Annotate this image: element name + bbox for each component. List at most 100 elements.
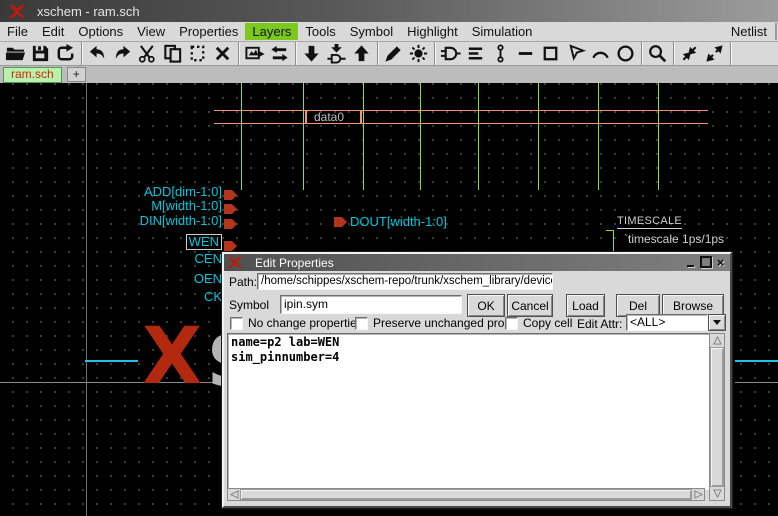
menu-item-file[interactable]: File: [0, 23, 35, 40]
pin-label-dout[interactable]: DOUT[width-1:0]: [350, 214, 447, 229]
draw-pen-icon[interactable]: [381, 43, 406, 65]
bus-line-vertical[interactable]: [420, 83, 421, 190]
zoom-in-arrows-icon[interactable]: [677, 43, 702, 65]
redo-icon[interactable]: [110, 43, 135, 65]
menu-item-symbol[interactable]: Symbol: [343, 23, 400, 40]
scroll-left-icon[interactable]: [228, 489, 240, 500]
zoom-out-arrows-icon[interactable]: [702, 43, 727, 65]
menu-item-properties[interactable]: Properties: [172, 23, 245, 40]
menu-item-simulation[interactable]: Simulation: [465, 23, 540, 40]
maximize-icon[interactable]: [699, 256, 712, 269]
checkbox-icon[interactable]: [505, 317, 518, 330]
menu-item-layers[interactable]: Layers: [245, 23, 298, 40]
scroll-right-icon[interactable]: [692, 489, 704, 500]
reload-icon[interactable]: [53, 43, 78, 65]
swap-icon[interactable]: [267, 43, 292, 65]
draw-circle-icon[interactable]: [613, 43, 638, 65]
draw-polygon-icon[interactable]: [563, 43, 588, 65]
bus-line-vertical[interactable]: [241, 83, 242, 190]
menu-netlist[interactable]: Netlist: [723, 23, 777, 40]
properties-textarea[interactable]: name=p2 lab=WENsim_pinnumber=4: [227, 333, 713, 490]
net-wire-bottom[interactable]: [214, 123, 708, 124]
horizontal-scroll-thumb[interactable]: [240, 489, 692, 500]
cut-icon[interactable]: [135, 43, 160, 65]
ok-button[interactable]: OK: [467, 294, 505, 317]
timescale-title[interactable]: TIMESCALE: [617, 215, 682, 229]
input-pin-icon[interactable]: [224, 187, 237, 197]
menu-item-options[interactable]: Options: [71, 23, 130, 40]
wire-break-icon[interactable]: [488, 43, 513, 65]
xschem-window: xschem - ram.sch FileEditOptionsViewProp…: [0, 0, 778, 516]
dialog-title-bar[interactable]: Edit Properties ×: [224, 254, 730, 271]
gate-symbol-icon[interactable]: [438, 43, 463, 65]
menu-item-highlight[interactable]: Highlight: [400, 23, 465, 40]
move-up-icon[interactable]: [349, 43, 374, 65]
undo-icon[interactable]: [85, 43, 110, 65]
checkbox-icon[interactable]: [230, 317, 243, 330]
output-pin-icon[interactable]: [334, 217, 347, 227]
pin-label-wen[interactable]: WEN: [186, 234, 222, 250]
input-pin-icon[interactable]: [224, 201, 237, 211]
pin-label-m-width-1-0-[interactable]: M[width-1:0]: [151, 199, 222, 213]
draw-rect-icon[interactable]: [538, 43, 563, 65]
combobox-dropdown-icon[interactable]: [708, 314, 726, 331]
cancel-button[interactable]: Cancel: [507, 294, 553, 317]
cyan-wire-right[interactable]: [728, 360, 778, 362]
vertical-scroll-thumb[interactable]: [710, 347, 724, 487]
frame-line-vertical[interactable]: [86, 83, 87, 516]
minimize-icon[interactable]: [684, 256, 697, 269]
move-down-icon[interactable]: [299, 43, 324, 65]
menu-bar: FileEditOptionsViewPropertiesLayersTools…: [0, 22, 778, 42]
toggle-light-icon[interactable]: [406, 43, 431, 65]
input-pin-icon[interactable]: [224, 216, 237, 226]
path-input[interactable]: /home/schippes/xschem-repo/trunk/xschem_…: [257, 273, 553, 290]
checkbox-copy-cell[interactable]: Copy cell: [505, 316, 572, 330]
delete-icon[interactable]: [210, 43, 235, 65]
zoom-magnifier-icon[interactable]: [645, 43, 670, 65]
net-label[interactable]: data0: [314, 110, 344, 124]
pin-label-add-dim-1-0-[interactable]: ADD[dim-1:0]: [144, 185, 222, 199]
edit-attr-value[interactable]: <ALL>: [626, 314, 708, 331]
bus-line-vertical[interactable]: [538, 83, 539, 190]
scroll-up-icon[interactable]: [710, 334, 724, 347]
menu-item-view[interactable]: View: [130, 23, 172, 40]
checkbox-icon[interactable]: [355, 317, 368, 330]
save-icon[interactable]: [28, 43, 53, 65]
open-folder-icon[interactable]: [3, 43, 28, 65]
menu-item-edit[interactable]: Edit: [35, 23, 71, 40]
pin-label-din-width-1-0-[interactable]: DIN[width-1:0]: [140, 214, 222, 228]
bus-line-vertical[interactable]: [658, 83, 659, 190]
bus-line-vertical[interactable]: [598, 83, 599, 190]
symbol-input[interactable]: ipin.sym: [280, 295, 462, 314]
bus-line-vertical[interactable]: [478, 83, 479, 190]
tab-ram-sch[interactable]: ram.sch: [3, 67, 62, 83]
pin-label-cen[interactable]: CEN: [195, 252, 222, 266]
checkbox-no-change-properties[interactable]: No change properties: [230, 316, 363, 330]
bus-lines-icon[interactable]: [463, 43, 488, 65]
copy-icon[interactable]: [160, 43, 185, 65]
input-pin-icon[interactable]: [224, 238, 237, 248]
bus-line-vertical[interactable]: [303, 83, 304, 190]
horizontal-scrollbar[interactable]: [227, 488, 705, 501]
close-icon[interactable]: ×: [714, 256, 727, 269]
cyan-wire-left[interactable]: [85, 360, 138, 362]
checkbox-label: Copy cell: [523, 316, 572, 330]
frame-line-horizontal-right[interactable]: [728, 382, 778, 383]
paste-icon[interactable]: [185, 43, 210, 65]
vertical-scrollbar[interactable]: [709, 333, 725, 501]
timescale-value[interactable]: `timescale 1ps/1ps: [624, 232, 724, 246]
load-button[interactable]: Load: [566, 294, 605, 317]
menu-item-tools[interactable]: Tools: [298, 23, 342, 40]
insert-symbol-icon[interactable]: [242, 43, 267, 65]
pin-label-ck[interactable]: CK: [204, 290, 222, 304]
new-tab-button[interactable]: +: [67, 67, 86, 82]
net-wire-top[interactable]: [214, 110, 708, 111]
draw-arc-icon[interactable]: [588, 43, 613, 65]
descend-symbol-icon[interactable]: [324, 43, 349, 65]
pin-label-oen[interactable]: OEN: [194, 272, 222, 286]
edit-attr-combobox[interactable]: <ALL>: [626, 314, 726, 331]
scroll-down-icon[interactable]: [710, 487, 724, 500]
checkbox-preserve-unchanged-props[interactable]: Preserve unchanged props: [355, 316, 517, 330]
draw-line-icon[interactable]: [513, 43, 538, 65]
bus-line-vertical[interactable]: [363, 83, 364, 190]
